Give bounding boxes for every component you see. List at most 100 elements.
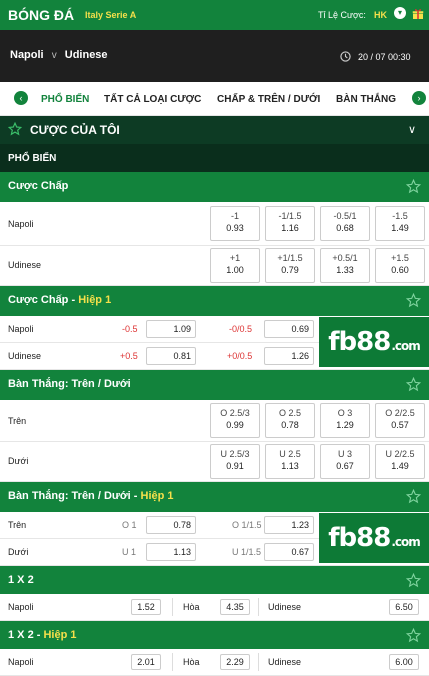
market-tabs: ‹ PHỔ BIẾN TẤT CẢ LOẠI CƯỢC CHẤP & TRÊN … xyxy=(0,82,429,116)
chevron-right-icon[interactable]: › xyxy=(412,91,426,105)
handicap-value: +0/0.5 xyxy=(227,351,253,361)
away-odds[interactable]: 6.50 xyxy=(389,599,419,615)
star-icon xyxy=(8,122,22,136)
league-name[interactable]: Italy Serie A xyxy=(85,10,136,20)
tab-goals[interactable]: BÀN THẮNG xyxy=(336,94,396,105)
odds-cell[interactable]: 1.23 xyxy=(264,516,314,534)
my-bets-bar[interactable]: CƯỢC CỦA TÔI ∨ xyxy=(0,116,429,144)
over-under-half1-header[interactable]: Bàn Thắng: Trên / Dưới - Hiệp 1 xyxy=(0,482,429,512)
home-team: Napoli xyxy=(8,602,34,612)
handicap-value: O 1 xyxy=(122,520,137,530)
odds-cell[interactable]: 1.26 xyxy=(264,347,314,365)
tab-popular[interactable]: PHỔ BIẾN xyxy=(41,94,89,105)
popular-label: PHỔ BIẾN xyxy=(8,153,57,164)
my-bets-label: CƯỢC CỦA TÔI xyxy=(30,123,120,137)
team-name: Udinese xyxy=(8,351,42,361)
odds-cell[interactable]: O 2.5 0.78 xyxy=(265,403,315,438)
odds-cell[interactable]: -1 0.93 xyxy=(210,206,260,241)
handicap-row-away: Udinese +1 1.00 +1/1.5 0.79 +0.5/1 1.33 +1.… xyxy=(0,246,429,286)
star-icon[interactable] xyxy=(406,489,421,504)
odds-cell[interactable]: +1 1.00 xyxy=(210,248,260,283)
odds-cell[interactable]: -1/1.5 1.16 xyxy=(265,206,315,241)
odds-cell[interactable]: 0.67 xyxy=(264,543,314,561)
draw-odds[interactable]: 4.35 xyxy=(220,599,250,615)
chevron-down-icon[interactable]: ▾ xyxy=(394,7,406,19)
divider xyxy=(172,598,173,616)
draw-label: Hòa xyxy=(183,602,200,612)
odds-cell[interactable]: +1.5 0.60 xyxy=(375,248,425,283)
chevron-down-icon[interactable]: ∨ xyxy=(408,123,416,136)
popular-section-header: PHỔ BIẾN xyxy=(0,144,429,172)
odds-cell[interactable]: 1.09 xyxy=(146,320,196,338)
odds-cell[interactable]: +1/1.5 0.79 xyxy=(265,248,315,283)
odds-format-label: Tỉ Lệ Cược: xyxy=(318,10,366,20)
handicap-half1-header[interactable]: Cược Chấp - Hiệp 1 xyxy=(0,286,429,316)
odds-cell[interactable]: 0.69 xyxy=(264,320,314,338)
over-under-header[interactable]: Bàn Thắng: Trên / Dưới xyxy=(0,370,429,400)
match-header: Napoli v Udinese 20 / 07 00:30 xyxy=(0,30,429,82)
team-name: Udinese xyxy=(8,260,42,270)
divider xyxy=(258,653,259,671)
star-icon[interactable] xyxy=(406,628,421,643)
brand-logo-text: fb88.com xyxy=(328,327,421,357)
odds-format-value[interactable]: HK xyxy=(374,10,387,20)
odds-cell[interactable]: U 2/2.5 1.49 xyxy=(375,444,425,479)
1x2-half1-title: 1 X 2 - Hiệp 1 xyxy=(8,629,77,641)
odds-cell[interactable]: -0.5/1 0.68 xyxy=(320,206,370,241)
odds-cell[interactable]: O 2/2.5 0.57 xyxy=(375,403,425,438)
star-icon[interactable] xyxy=(406,377,421,392)
over-under-row-under: Dưới U 2.5/3 0.91 U 2.5 1.13 U 3 0.67 U 2/2… xyxy=(0,442,429,482)
home-team: Napoli xyxy=(10,49,44,61)
handicap-value: -0.5 xyxy=(122,324,138,334)
match-time: 20 / 07 00:30 xyxy=(358,52,411,62)
home-team: Napoli xyxy=(8,657,34,667)
team-name: Trên xyxy=(8,416,27,426)
odds-cell[interactable]: 1.13 xyxy=(146,543,196,561)
page-title: BÓNG ĐÁ xyxy=(8,7,75,23)
handicap-value: U 1/1.5 xyxy=(232,547,262,557)
1x2-header[interactable]: 1 X 2 xyxy=(0,566,429,596)
team-name: Napoli xyxy=(8,219,34,229)
1x2-row: Napoli 1.52 Hòa 4.35 Udinese 6.50 xyxy=(0,594,429,621)
star-icon[interactable] xyxy=(406,179,421,194)
handicap-value: +0.5 xyxy=(120,351,138,361)
home-odds[interactable]: 2.01 xyxy=(131,654,161,670)
odds-cell[interactable]: 0.78 xyxy=(146,516,196,534)
odds-cell[interactable]: O 3 1.29 xyxy=(320,403,370,438)
away-odds[interactable]: 6.00 xyxy=(389,654,419,670)
over-under-half1-title: Bàn Thắng: Trên / Dưới - Hiệp 1 xyxy=(8,490,174,502)
star-icon[interactable] xyxy=(406,573,421,588)
handicap-value: -0/0.5 xyxy=(229,324,253,334)
odds-cell[interactable]: 0.81 xyxy=(146,347,196,365)
handicap-value: O 1/1.5 xyxy=(232,520,262,530)
1x2-half1-row: Napoli 2.01 Hòa 2.29 Udinese 6.00 xyxy=(0,649,429,676)
1x2-half1-header[interactable]: 1 X 2 - Hiệp 1 xyxy=(0,621,429,651)
brand-logo-text: fb88.com xyxy=(328,523,421,553)
handicap-value: U 1 xyxy=(122,547,137,557)
star-icon[interactable] xyxy=(406,293,421,308)
clock-icon xyxy=(340,51,351,62)
match-teams: Napoli v Udinese xyxy=(10,49,108,61)
gift-icon[interactable] xyxy=(412,8,424,20)
odds-cell[interactable]: U 3 0.67 xyxy=(320,444,370,479)
handicap-header[interactable]: Cược Chấp xyxy=(0,172,429,202)
away-team: Udinese xyxy=(64,49,108,61)
team-name: Trên xyxy=(8,520,27,530)
odds-cell[interactable]: +0.5/1 1.33 xyxy=(320,248,370,283)
draw-odds[interactable]: 2.29 xyxy=(220,654,250,670)
home-odds[interactable]: 1.52 xyxy=(131,599,161,615)
brand-logo: fb88.com xyxy=(319,317,429,367)
odds-cell[interactable]: U 2.5/3 0.91 xyxy=(210,444,260,479)
odds-cell[interactable]: O 2.5/3 0.99 xyxy=(210,403,260,438)
chevron-left-icon[interactable]: ‹ xyxy=(14,91,28,105)
team-name: Napoli xyxy=(8,324,34,334)
brand-logo: fb88.com xyxy=(319,513,429,563)
over-under-title: Bàn Thắng: Trên / Dưới xyxy=(8,378,131,390)
versus-label: v xyxy=(51,50,57,61)
team-name: Dưới xyxy=(8,547,29,557)
odds-cell[interactable]: U 2.5 1.13 xyxy=(265,444,315,479)
tab-handicap-over-under[interactable]: CHẤP & TRÊN / DƯỚI xyxy=(217,94,320,105)
tab-all-bets[interactable]: TẤT CẢ LOẠI CƯỢC xyxy=(104,94,201,105)
handicap-row-home: Napoli -1 0.93 -1/1.5 1.16 -0.5/1 0.68 -1.5… xyxy=(0,202,429,246)
odds-cell[interactable]: -1.5 1.49 xyxy=(375,206,425,241)
